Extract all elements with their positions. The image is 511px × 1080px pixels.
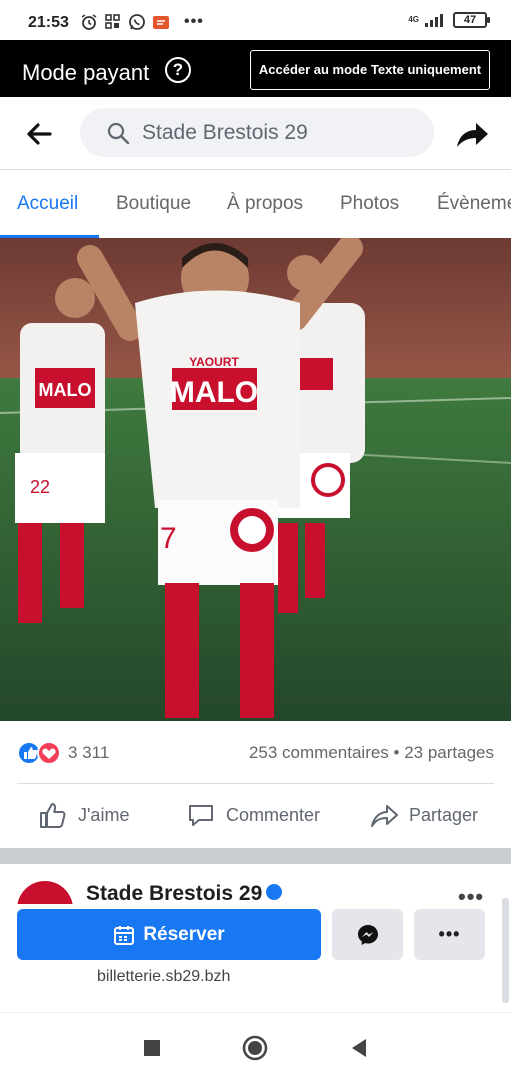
- share-icon: [371, 805, 398, 827]
- search-value: Stade Brestois 29: [142, 121, 308, 144]
- tab-a-propos[interactable]: À propos: [227, 193, 303, 215]
- notification-icon: [153, 16, 169, 29]
- football-celebration-illustration: MALO 22 21 YAOURT MALO: [0, 238, 511, 721]
- tab-photos[interactable]: Photos: [340, 193, 399, 215]
- reserve-label: Réserver: [143, 923, 225, 945]
- calendar-icon: [114, 925, 135, 945]
- comment-icon: [189, 805, 213, 826]
- page-avatar[interactable]: [17, 881, 73, 904]
- page-header: Stade Brestois 29: [0, 97, 511, 170]
- paid-mode-title: Mode payant: [22, 60, 150, 85]
- post-options-button[interactable]: •••: [458, 884, 484, 904]
- shirt-sponsor-left: MALO: [39, 380, 92, 400]
- battery-icon: 47: [453, 12, 490, 28]
- status-time: 21:53: [28, 14, 69, 31]
- next-post-header: Stade Brestois 29 •••: [0, 864, 511, 904]
- status-system-icons: 4G 47: [408, 12, 490, 28]
- like-label: J'aime: [78, 804, 130, 825]
- tab-boutique[interactable]: Boutique: [116, 193, 191, 215]
- ticketing-url[interactable]: billetterie.sb29.bzh: [97, 968, 230, 986]
- network-type: 4G: [408, 15, 419, 24]
- home-circle-icon[interactable]: [242, 1035, 268, 1061]
- page-name-text: Stade Brestois 29: [86, 882, 263, 904]
- help-icon[interactable]: ?: [165, 57, 191, 83]
- next-post-page-name[interactable]: Stade Brestois 29: [86, 882, 283, 904]
- like-button[interactable]: J'aime: [38, 800, 129, 830]
- share-button[interactable]: Partager: [369, 800, 478, 830]
- page-tabs: Accueil Boutique À propos Photos Évèneme…: [0, 171, 511, 238]
- shirt-number-center: 7: [160, 522, 177, 555]
- system-navigation-bar: [0, 1012, 511, 1080]
- shirt-sponsor-top: YAOURT: [189, 355, 239, 369]
- comment-button[interactable]: Commenter: [186, 800, 320, 830]
- back-triangle-icon[interactable]: [346, 1035, 372, 1061]
- more-options-button[interactable]: •••: [414, 909, 485, 960]
- shirt-number-left: 22: [30, 477, 50, 497]
- messenger-button[interactable]: [332, 909, 403, 960]
- signal-icon: [425, 14, 443, 27]
- feed-separator: [0, 848, 511, 864]
- share-arrow-icon[interactable]: [454, 115, 490, 151]
- reserve-button[interactable]: Réserver: [17, 909, 321, 960]
- search-input[interactable]: Stade Brestois 29: [80, 108, 434, 157]
- call-to-action-bar: Réserver ••• billetterie.sb29.bzh: [0, 904, 511, 1012]
- shirt-sponsor-center: MALO: [170, 376, 258, 409]
- status-bar: 21:53 ••• 4G 47: [0, 0, 511, 40]
- tab-accueil[interactable]: Accueil: [17, 193, 78, 215]
- post-photo[interactable]: MALO 22 21 YAOURT MALO: [0, 238, 511, 721]
- comment-label: Commenter: [226, 804, 321, 825]
- alarm-icon: [81, 14, 97, 30]
- reactions-summary[interactable]: 3 311 253 commentaires • 23 partages: [0, 722, 511, 784]
- reactions-count: 3 311: [68, 743, 110, 762]
- paid-mode-banner: Mode payant ? Accéder au mode Texte uniq…: [0, 40, 511, 97]
- scrollbar[interactable]: [502, 898, 509, 1003]
- search-icon: [107, 122, 130, 145]
- recents-square-icon[interactable]: [139, 1035, 165, 1061]
- tab-evenements[interactable]: Évènements: [437, 193, 511, 215]
- back-arrow-icon[interactable]: [24, 119, 54, 149]
- app-grid-icon: [105, 14, 120, 29]
- verified-badge-icon: [266, 884, 283, 901]
- like-love-reaction-icons: [17, 741, 61, 765]
- status-notification-icons: •••: [80, 13, 204, 31]
- messenger-icon: [357, 924, 378, 945]
- post-actions: J'aime Commenter Partager: [0, 784, 511, 848]
- whatsapp-icon: [129, 14, 145, 30]
- thumbs-up-icon: [40, 803, 66, 828]
- text-only-mode-button[interactable]: Accéder au mode Texte uniquement: [250, 50, 490, 90]
- more-notifications-icon: •••: [184, 13, 204, 30]
- comments-shares-count[interactable]: 253 commentaires • 23 partages: [249, 743, 494, 763]
- share-label: Partager: [409, 804, 479, 825]
